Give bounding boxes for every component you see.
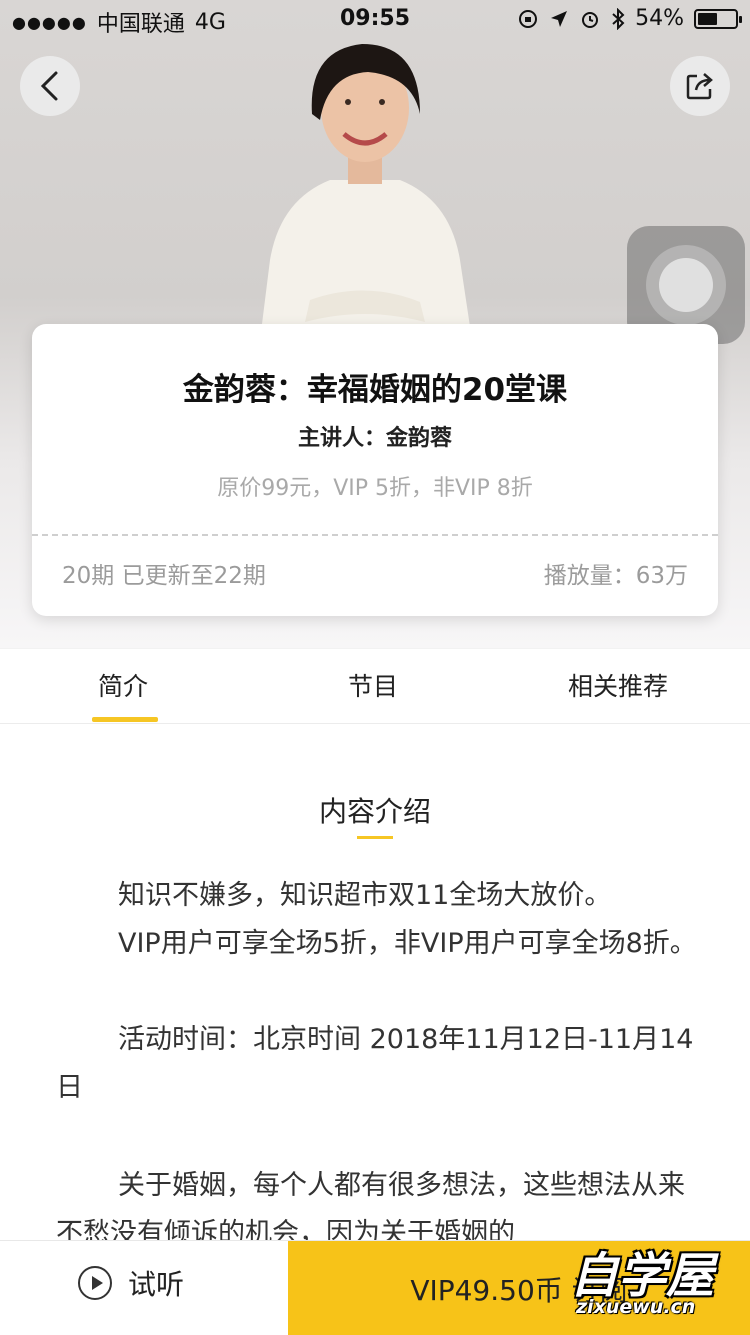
share-icon	[686, 73, 713, 100]
tab-bar: 简介 节目 相关推荐	[0, 648, 750, 724]
tab-intro[interactable]: 简介	[98, 667, 148, 703]
watermark-logo: 自学屋 zixuewu.cn	[560, 1230, 746, 1330]
price-note: 原价99元，VIP 5折，非VIP 8折	[217, 476, 533, 501]
intro-paragraph: 活动时间：北京时间 2018年11月12日-11月14日	[56, 1024, 694, 1103]
dashed-divider	[32, 534, 718, 536]
episode-count: 20期 已更新至22期	[62, 563, 266, 589]
intro-content: 内容介绍 知识不嫌多，知识超市双11全场大放价。 VIP用户可享全场5折，非VI…	[0, 724, 750, 1249]
tab-episodes[interactable]: 节目	[348, 667, 398, 703]
active-tab-indicator	[92, 717, 158, 722]
bluetooth-icon	[612, 7, 625, 30]
intro-paragraph: 知识不嫌多，知识超市双11全场大放价。	[118, 880, 612, 911]
alarm-icon	[582, 11, 599, 28]
trial-listen-label: 试听	[128, 1268, 185, 1301]
rotation-lock-icon	[519, 9, 538, 28]
course-info-card: 金韵蓉：幸福婚姻的20堂课 主讲人：金韵蓉 原价99元，VIP 5折，非VIP …	[32, 324, 718, 616]
battery-percent: 54%	[635, 6, 684, 31]
play-count: 播放量：63万	[543, 563, 688, 589]
intro-paragraph: VIP用户可享全场5折，非VIP用户可享全场8折。	[118, 928, 697, 959]
trial-listen-button[interactable]: 试听	[78, 1263, 184, 1303]
section-title-underline	[357, 836, 393, 839]
lecturer-photo	[260, 44, 472, 340]
chevron-left-icon	[40, 71, 58, 101]
watermark-en: zixuewu.cn	[576, 1296, 696, 1318]
tab-recommended[interactable]: 相关推荐	[568, 667, 668, 703]
play-circle-icon	[78, 1266, 112, 1300]
lecturer-name: 主讲人：金韵蓉	[297, 426, 452, 451]
share-button[interactable]	[670, 56, 730, 116]
course-title: 金韵蓉：幸福婚姻的20堂课	[182, 372, 568, 408]
status-bar: ●●●●● 中国联通 4G 09:55 54%	[0, 0, 750, 40]
section-title: 内容介绍	[318, 795, 431, 828]
location-arrow-icon	[551, 10, 568, 27]
back-button[interactable]	[20, 56, 80, 116]
battery-icon	[694, 8, 742, 29]
